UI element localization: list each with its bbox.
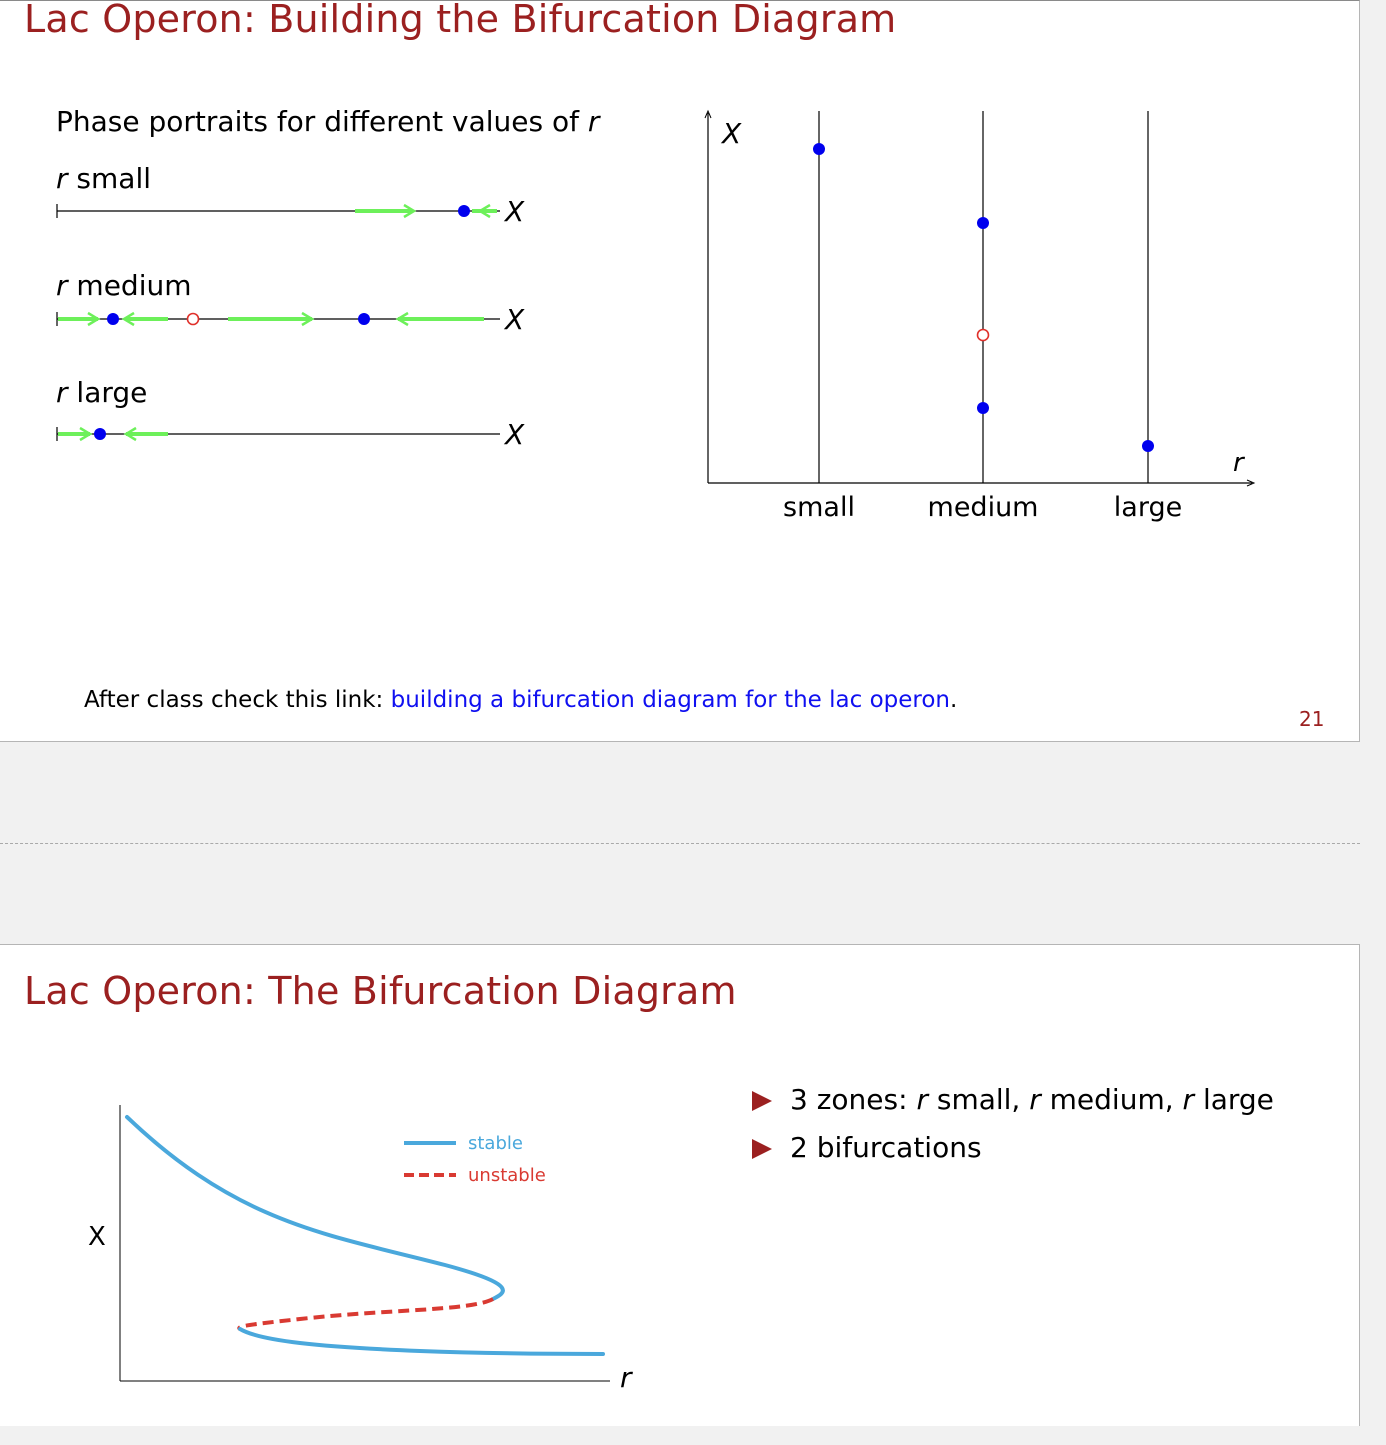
bullet-text: large bbox=[1194, 1083, 1274, 1116]
unstable-point-medium bbox=[976, 328, 990, 342]
tick-label-small: small bbox=[783, 492, 855, 523]
bullet-text: 2 bifurcations bbox=[790, 1131, 982, 1164]
footer-text: After class check this link: bbox=[84, 687, 391, 713]
phase-line-small: X bbox=[56, 195, 525, 228]
axis-label-x: X bbox=[503, 418, 525, 451]
triangle-bullet-icon bbox=[752, 1139, 772, 1159]
tick-label-medium: medium bbox=[928, 492, 1039, 523]
bullet-variable: r bbox=[916, 1083, 928, 1116]
legend-unstable-label: unstable bbox=[468, 1165, 546, 1186]
stable-point-medium-low bbox=[977, 402, 989, 414]
tick-label-large: large bbox=[1114, 492, 1182, 523]
unstable-fixed-point bbox=[186, 312, 200, 326]
phase-portraits: X X X bbox=[56, 195, 525, 451]
slide-21: Lac Operon: Building the Bifurcation Dia… bbox=[0, 0, 1360, 742]
phase-line-large: X bbox=[56, 418, 525, 451]
stable-point-medium-high bbox=[977, 217, 989, 229]
footer-note: After class check this link: building a … bbox=[84, 687, 957, 713]
bifurcation-diagram: X r stable unstable bbox=[88, 1105, 633, 1394]
axis-label-x: X bbox=[503, 303, 525, 336]
page-number: 21 bbox=[1299, 707, 1325, 731]
stable-lower-branch bbox=[238, 1327, 605, 1356]
stable-point-small bbox=[813, 143, 825, 155]
bullet-variable: r bbox=[1182, 1083, 1195, 1116]
footer-period: . bbox=[950, 687, 958, 713]
y-axis-label: X bbox=[720, 117, 742, 150]
bullet-item-zones: 3 zones: r small, r medium, r large bbox=[752, 1083, 1274, 1131]
bullet-item-bifurcations: 2 bifurcations bbox=[752, 1131, 1274, 1179]
bullet-list: 3 zones: r small, r medium, r large 2 bi… bbox=[752, 1083, 1274, 1179]
x-axis-label: r bbox=[1233, 448, 1246, 478]
bullet-text: small, bbox=[927, 1083, 1030, 1116]
legend-stable-label: stable bbox=[468, 1133, 523, 1154]
bullet-variable: r bbox=[1029, 1083, 1041, 1116]
triangle-bullet-icon bbox=[752, 1091, 772, 1111]
bifurcation-link[interactable]: building a bifurcation diagram for the l… bbox=[391, 687, 950, 713]
slide-22: Lac Operon: The Bifurcation Diagram X r … bbox=[0, 944, 1360, 1426]
schematic-bifurcation-diagram: X r small medium large bbox=[704, 109, 1256, 523]
chart-legend: stable unstable bbox=[404, 1133, 546, 1186]
slide-separator bbox=[0, 843, 1360, 844]
stable-fixed-point bbox=[458, 205, 470, 217]
stable-fixed-point bbox=[94, 428, 106, 440]
bullet-text: medium, bbox=[1040, 1083, 1183, 1116]
x-axis-label: r bbox=[620, 1361, 633, 1394]
stable-point-large bbox=[1142, 440, 1154, 452]
unstable-middle-branch bbox=[237, 1297, 494, 1331]
stable-fixed-point bbox=[107, 313, 119, 325]
y-axis-label: X bbox=[88, 1222, 106, 1252]
axis-label-x: X bbox=[503, 195, 525, 228]
bullet-text: 3 zones: bbox=[790, 1083, 917, 1116]
stable-fixed-point bbox=[358, 313, 370, 325]
phase-line-medium: X bbox=[56, 303, 525, 336]
slide-title: Lac Operon: The Bifurcation Diagram bbox=[24, 969, 737, 1013]
